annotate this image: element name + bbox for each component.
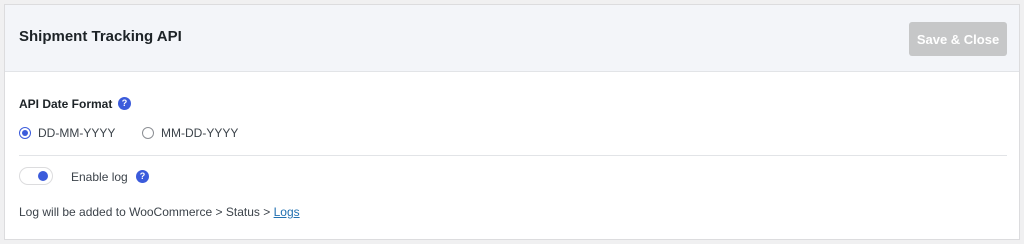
radio-label: DD-MM-YYYY: [38, 126, 116, 140]
page-title: Shipment Tracking API: [19, 28, 182, 45]
radio-button[interactable]: [142, 127, 154, 139]
logs-link[interactable]: Logs: [274, 205, 300, 219]
save-close-button[interactable]: Save & Close: [909, 22, 1007, 56]
help-icon[interactable]: ?: [136, 170, 149, 183]
radio-option-dd-mm-yyyy[interactable]: DD-MM-YYYY: [19, 125, 115, 141]
settings-panel: Shipment Tracking API Save & Close API D…: [4, 4, 1020, 240]
help-icon[interactable]: ?: [118, 97, 131, 110]
radio-option-mm-dd-yyyy[interactable]: MM-DD-YYYY: [142, 125, 238, 141]
radio-button-checked[interactable]: [19, 127, 31, 139]
radio-label: MM-DD-YYYY: [161, 126, 239, 140]
log-note: Log will be added to WooCommerce > Statu…: [19, 205, 300, 219]
date-format-label: API Date Format: [19, 97, 113, 111]
enable-log-label: Enable log: [71, 170, 128, 184]
panel-header: Shipment Tracking API Save & Close: [5, 5, 1019, 72]
log-note-text: Log will be added to WooCommerce > Statu…: [19, 205, 274, 219]
divider: [19, 155, 1007, 156]
toggle-knob: [38, 171, 48, 181]
enable-log-toggle[interactable]: [19, 167, 53, 185]
